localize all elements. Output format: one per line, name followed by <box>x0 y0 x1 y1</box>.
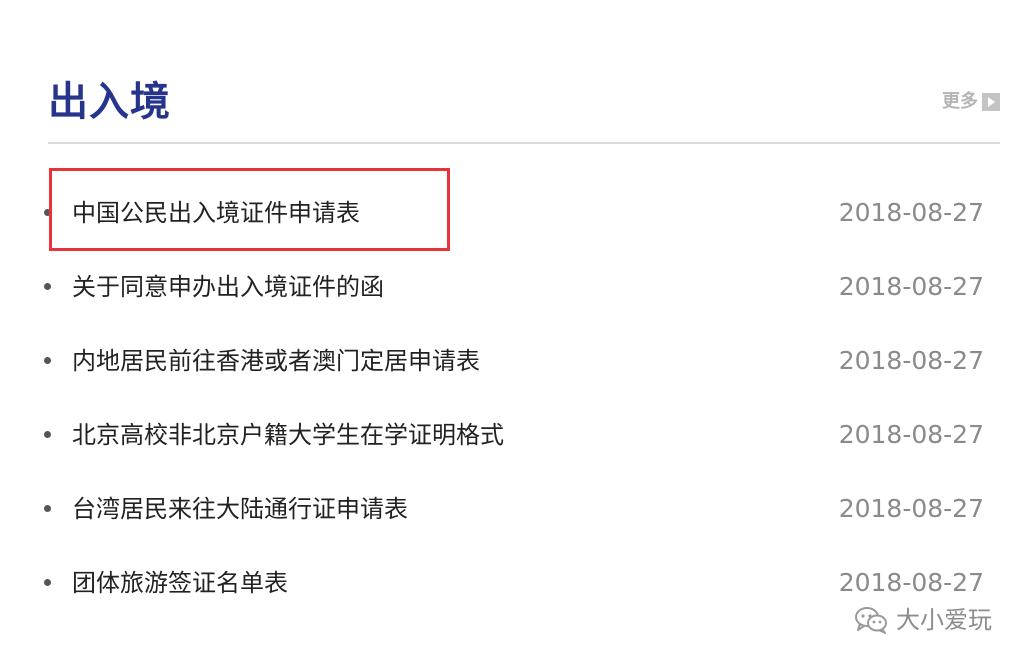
watermark-text: 大小爱玩 <box>896 606 992 634</box>
item-date: 2018-08-27 <box>838 198 984 227</box>
item-date: 2018-08-27 <box>838 568 984 597</box>
bullet-icon <box>44 505 51 512</box>
more-link[interactable]: 更多 <box>942 90 1000 114</box>
item-title-link[interactable]: 中国公民出入境证件申请表 <box>72 197 360 229</box>
item-title-link[interactable]: 北京高校非北京户籍大学生在学证明格式 <box>72 419 504 451</box>
wechat-icon <box>855 607 887 634</box>
item-title-link[interactable]: 团体旅游签证名单表 <box>72 567 288 599</box>
list-item: 中国公民出入境证件申请表 2018-08-27 <box>44 175 984 249</box>
section-header: 出入境 更多 <box>48 76 1000 136</box>
item-title-link[interactable]: 内地居民前往香港或者澳门定居申请表 <box>72 345 480 377</box>
item-title-link[interactable]: 台湾居民来往大陆通行证申请表 <box>72 493 408 525</box>
item-date: 2018-08-27 <box>838 494 984 523</box>
bullet-icon <box>44 579 51 586</box>
news-list: 中国公民出入境证件申请表 2018-08-27 关于同意申办出入境证件的函 20… <box>44 175 984 619</box>
bullet-icon <box>44 431 51 438</box>
list-item: 团体旅游签证名单表 2018-08-27 <box>44 545 984 619</box>
item-date: 2018-08-27 <box>838 346 984 375</box>
list-item: 内地居民前往香港或者澳门定居申请表 2018-08-27 <box>44 323 984 397</box>
header-divider <box>48 142 1000 144</box>
bullet-icon <box>44 357 51 364</box>
page: 出入境 更多 中国公民出入境证件申请表 2018-08-27 关于同意申办出入境… <box>0 0 1024 666</box>
list-item: 关于同意申办出入境证件的函 2018-08-27 <box>44 249 984 323</box>
list-item: 北京高校非北京户籍大学生在学证明格式 2018-08-27 <box>44 397 984 471</box>
bullet-icon <box>44 283 51 290</box>
section-title: 出入境 <box>48 79 171 125</box>
bullet-icon <box>44 209 51 216</box>
item-title-link[interactable]: 关于同意申办出入境证件的函 <box>72 271 384 303</box>
item-date: 2018-08-27 <box>838 272 984 301</box>
list-item: 台湾居民来往大陆通行证申请表 2018-08-27 <box>44 471 984 545</box>
watermark: 大小爱玩 <box>854 604 992 636</box>
item-date: 2018-08-27 <box>838 420 984 449</box>
more-label: 更多 <box>942 91 978 112</box>
arrow-right-icon <box>982 93 1000 111</box>
